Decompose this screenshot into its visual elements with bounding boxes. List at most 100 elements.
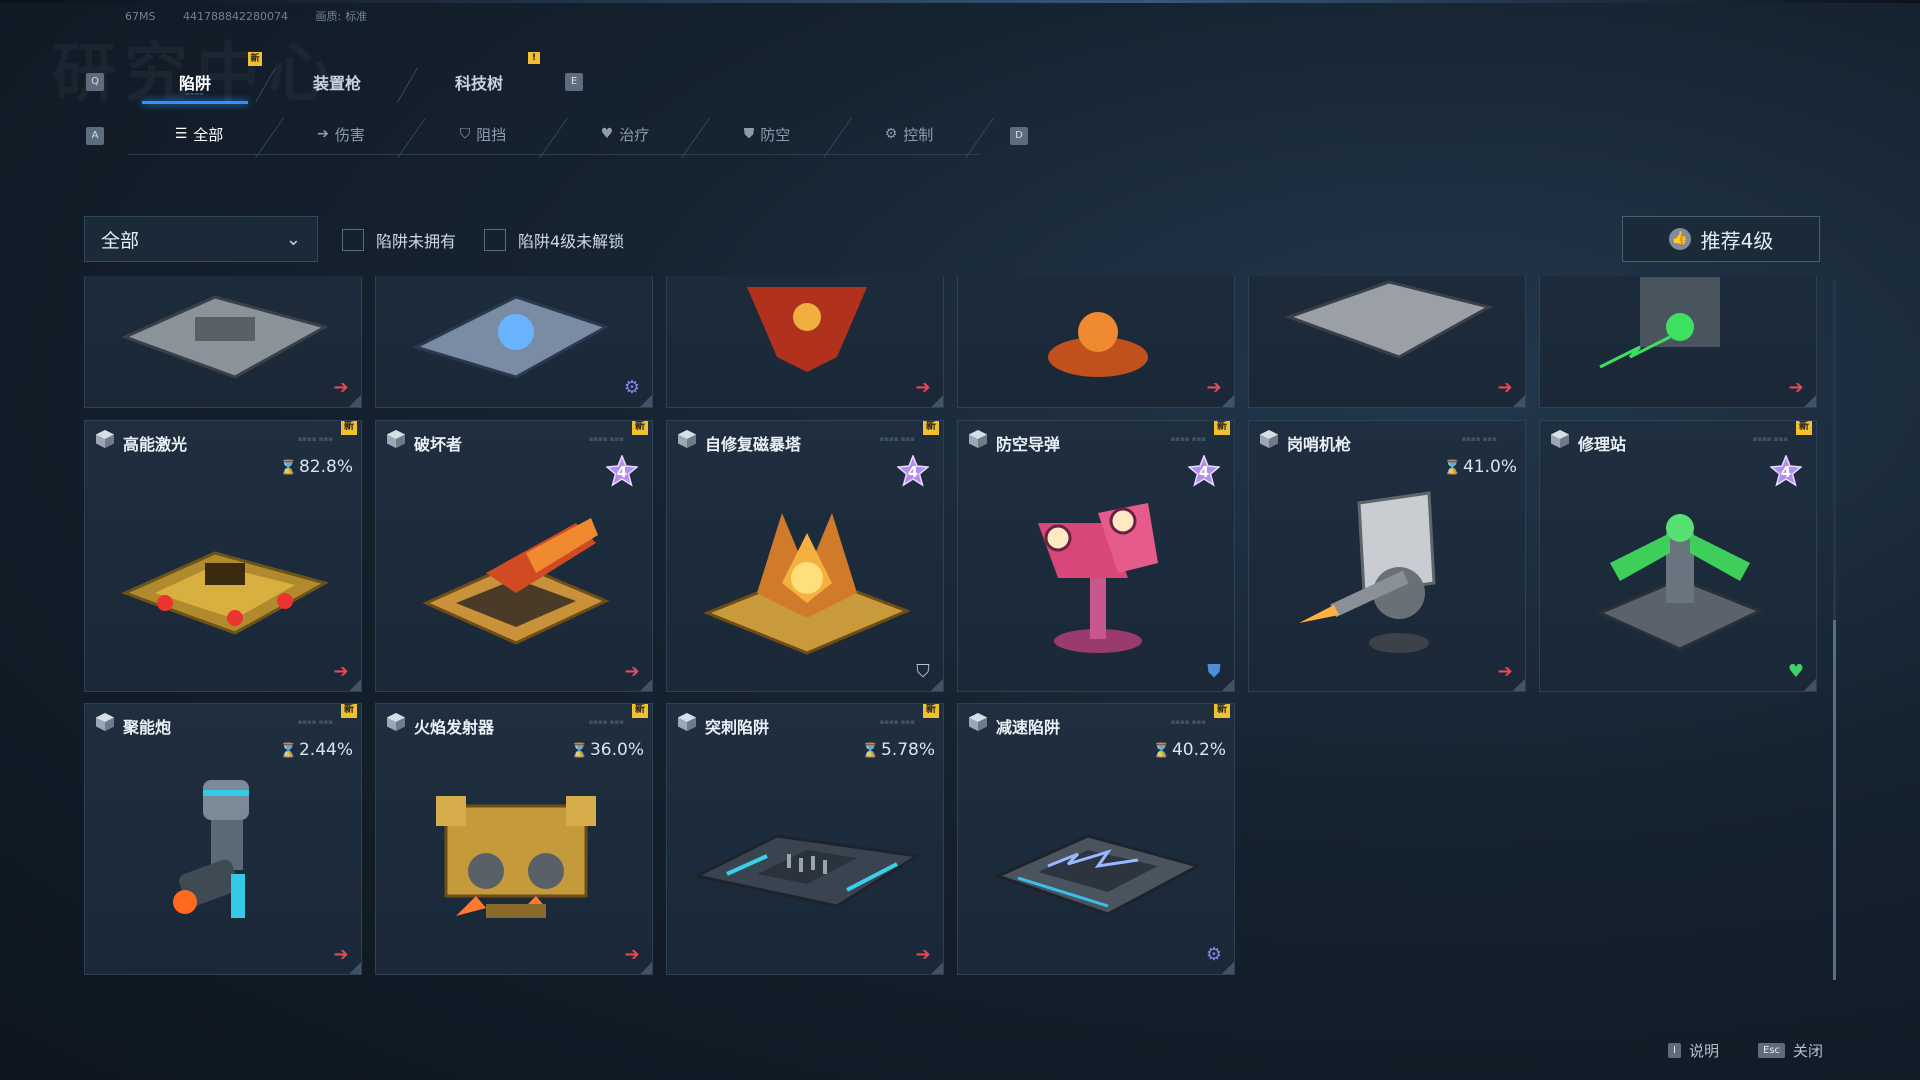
- main-tabs: 陷阱 ━━━━ 新 装置枪 科技树 !: [124, 52, 550, 106]
- filter-lvl4-locked[interactable]: 陷阱4级未解锁: [484, 228, 624, 252]
- alert-badge: !: [528, 52, 540, 64]
- trap-card-partial[interactable]: ➔: [84, 276, 362, 408]
- category-all[interactable]: ☰ 全部: [128, 114, 285, 158]
- key-i: I: [1668, 1043, 1681, 1058]
- trap-code-decor: ▪▪▪▪ ▪▪▪: [297, 435, 333, 443]
- control-gear-icon: ⚙: [623, 377, 641, 398]
- top-accent-line: [0, 0, 1920, 3]
- key-esc: Esc: [1758, 1043, 1786, 1058]
- close-hint[interactable]: Esc 关闭: [1758, 1040, 1823, 1061]
- trap-cube-icon: [968, 429, 988, 449]
- trap-card[interactable]: 减速陷阱 ▪▪▪▪ ▪▪▪ 新 ⌛ 40.2% ⚙: [957, 703, 1235, 975]
- tab-subtitle-decor: ━━━━: [185, 91, 205, 98]
- tab-traps[interactable]: 陷阱 ━━━━ 新: [124, 52, 276, 106]
- research-progress: ⌛ 36.0%: [571, 740, 644, 760]
- new-badge: 新: [341, 704, 357, 718]
- trap-card[interactable]: 火焰发射器 ▪▪▪▪ ▪▪▪ 新 ⌛ 36.0% ➔: [375, 703, 653, 975]
- checkbox-label: 陷阱4级未解锁: [518, 232, 625, 251]
- hourglass-icon: ⌛: [279, 743, 297, 759]
- trap-artwork: [667, 277, 943, 407]
- key-a-prev-category[interactable]: A: [86, 127, 104, 145]
- checkbox-lvl4-locked[interactable]: [484, 229, 506, 251]
- svg-text:4: 4: [617, 463, 627, 481]
- damage-arrow-icon: ➔: [333, 944, 349, 965]
- trap-name: 岗哨机枪: [1287, 435, 1352, 454]
- trap-name: 自修复磁暴塔: [705, 435, 802, 454]
- key-d-next-category[interactable]: D: [1010, 127, 1028, 145]
- category-damage[interactable]: ➔ 伤害: [270, 114, 427, 158]
- trap-card-partial[interactable]: ➔: [1248, 276, 1526, 408]
- damage-arrow-icon: ➔: [333, 661, 349, 682]
- trap-grid: ➔ ⚙ ➔ ➔ ➔ ➔ 高能激光 ▪▪▪▪ ▪▪▪ 新 ⌛ 82.8% ➔ 破坏者 ▪▪▪▪ ▪▪▪ 新 4 ➔…: [84, 276, 1834, 982]
- trap-name: 突刺陷阱: [705, 718, 770, 737]
- key-e-next-tab[interactable]: E: [565, 73, 583, 91]
- new-badge: 新: [1796, 421, 1812, 435]
- dropdown-value: 全部: [101, 229, 140, 252]
- trap-card[interactable]: 高能激光 ▪▪▪▪ ▪▪▪ 新 ⌛ 82.8% ➔: [84, 420, 362, 692]
- progress-value: 36.0%: [589, 740, 644, 760]
- category-label: 伤害: [334, 125, 365, 144]
- debug-meta: 67MS 441788842280074 画质: 标准: [125, 8, 391, 24]
- block-shield-icon: ⛉: [916, 661, 930, 682]
- list-icon: ☰: [174, 126, 188, 142]
- svg-text:4: 4: [908, 463, 918, 481]
- progress-value: 2.44%: [298, 740, 353, 760]
- trap-artwork: [85, 766, 361, 946]
- trap-artwork: [667, 483, 943, 663]
- help-label: 说明: [1688, 1042, 1719, 1060]
- recommend-level4-button[interactable]: 👍 推荐4级: [1622, 216, 1820, 262]
- trap-name: 减速陷阱: [996, 718, 1061, 737]
- tab-tech-tree[interactable]: 科技树 !: [408, 52, 550, 106]
- trap-name: 火焰发射器: [414, 718, 495, 737]
- trap-card-partial[interactable]: ➔: [1539, 276, 1817, 408]
- tab-device-guns[interactable]: 装置枪: [266, 58, 418, 106]
- trap-artwork: [85, 483, 361, 663]
- hourglass-icon: ⌛: [570, 743, 588, 759]
- grid-scrollbar-thumb[interactable]: [1833, 620, 1836, 980]
- trap-artwork: [958, 483, 1234, 663]
- trap-cube-icon: [677, 429, 697, 449]
- trap-card-partial[interactable]: ⚙: [375, 276, 653, 408]
- new-badge: 新: [632, 421, 648, 435]
- tab-label: 装置枪: [312, 74, 361, 93]
- category-label: 治疗: [619, 125, 650, 144]
- progress-value: 41.0%: [1462, 457, 1517, 477]
- trap-cube-icon: [1259, 429, 1279, 449]
- trap-code-decor: ▪▪▪▪ ▪▪▪: [588, 435, 624, 443]
- recommend-label: 推荐4级: [1700, 228, 1774, 253]
- trap-cube-icon: [95, 429, 115, 449]
- trap-card[interactable]: 聚能炮 ▪▪▪▪ ▪▪▪ 新 ⌛ 2.44% ➔: [84, 703, 362, 975]
- trap-card-partial[interactable]: ➔: [666, 276, 944, 408]
- damage-arrow-icon: ➔: [915, 377, 931, 398]
- research-progress: ⌛ 2.44%: [280, 740, 353, 760]
- category-divider: [964, 118, 995, 158]
- category-anti-air[interactable]: ⛊ 防空: [696, 114, 853, 158]
- trap-card[interactable]: 自修复磁暴塔 ▪▪▪▪ ▪▪▪ 新 4 ⛉: [666, 420, 944, 692]
- trap-cube-icon: [386, 712, 406, 732]
- help-hint[interactable]: I 说明: [1668, 1040, 1719, 1061]
- trap-card[interactable]: 岗哨机枪 ▪▪▪▪ ▪▪▪ ⌛ 41.0% ➔: [1248, 420, 1526, 692]
- category-heal[interactable]: ♥ 治疗: [554, 114, 711, 158]
- category-block[interactable]: ⛉ 阻挡: [412, 114, 569, 158]
- new-badge: 新: [341, 421, 357, 435]
- research-progress: ⌛ 41.0%: [1444, 457, 1517, 477]
- trap-card[interactable]: 修理站 ▪▪▪▪ ▪▪▪ 新 4 ♥: [1539, 420, 1817, 692]
- damage-arrow-icon: ➔: [624, 661, 640, 682]
- heart-icon: ♥: [600, 126, 614, 142]
- type-dropdown[interactable]: 全部 ⌄: [84, 216, 318, 262]
- trap-card[interactable]: 破坏者 ▪▪▪▪ ▪▪▪ 新 4 ➔: [375, 420, 653, 692]
- hourglass-icon: ⌛: [861, 743, 879, 759]
- filter-not-owned[interactable]: 陷阱未拥有: [342, 228, 456, 252]
- trap-artwork: [376, 277, 652, 407]
- trap-code-decor: ▪▪▪▪ ▪▪▪: [297, 718, 333, 726]
- trap-card[interactable]: 突刺陷阱 ▪▪▪▪ ▪▪▪ 新 ⌛ 5.78% ➔: [666, 703, 944, 975]
- new-badge: 新: [632, 704, 648, 718]
- category-control[interactable]: ⚙ 控制: [838, 114, 995, 158]
- trap-card-partial[interactable]: ➔: [957, 276, 1235, 408]
- new-badge: 新: [1214, 704, 1230, 718]
- trap-card[interactable]: 防空导弹 ▪▪▪▪ ▪▪▪ 新 4 ⛊: [957, 420, 1235, 692]
- checkbox-not-owned[interactable]: [342, 229, 364, 251]
- damage-arrow-icon: ➔: [1497, 661, 1513, 682]
- trap-artwork: [958, 766, 1234, 946]
- key-q-prev-tab[interactable]: Q: [86, 73, 104, 91]
